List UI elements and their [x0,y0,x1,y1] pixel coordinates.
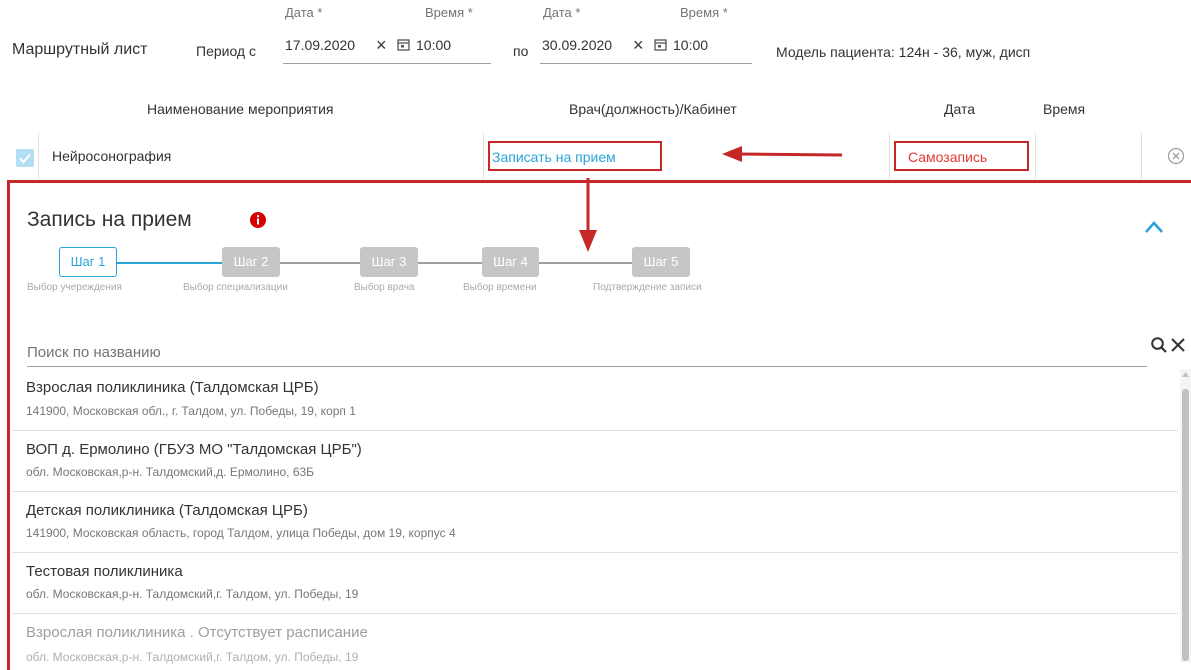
calendar-icon[interactable] [654,38,667,51]
scroll-up-arrow[interactable] [1182,372,1189,377]
patient-model: Модель пациента: 124н - 36, муж, дисп [776,44,1031,60]
col-header-name: Наименование мероприятия [147,101,334,117]
scroll-thumb[interactable] [1182,389,1189,661]
book-appointment-link[interactable]: Записать на прием [488,141,662,171]
period-from-label: Период с [196,43,256,59]
step-4[interactable]: Шаг 4 [482,247,539,277]
clear-search-icon[interactable] [1170,337,1186,353]
col-header-date: Дата [944,101,976,117]
facility-address: обл. Московская,р-н. Талдомский,г. Талдо… [26,587,359,601]
step-5[interactable]: Шаг 5 [632,247,690,277]
to-date-field[interactable]: 30.09.2020 × 10:00 [540,24,752,64]
step-3[interactable]: Шаг 3 [360,247,418,277]
step-4-caption: Выбор времени [463,282,537,293]
to-time-value: 10:00 [673,37,709,53]
list-item[interactable]: ВОП д. Ермолино (ГБУЗ МО "Талдомская ЦРБ… [12,431,1178,492]
table-row: Нейросонография Записать на прием Самоза… [0,133,1191,179]
to-date-label: Дата * [543,5,581,20]
chevron-up-icon[interactable] [1144,220,1164,234]
list-item[interactable]: Тестовая поликлиника обл. Московская,р-н… [12,553,1178,614]
route-sheet-title: Маршрутный лист [12,41,148,58]
from-date-value: 17.09.2020 [285,37,356,53]
search-input[interactable] [27,338,1147,367]
facility-name: Детская поликлиника (Талдомская ЦРБ) [26,502,308,519]
scrollbar[interactable] [1180,369,1191,663]
self-booking-label: Самозапись [908,149,988,165]
list-item[interactable]: Взрослая поликлиника (Талдомская ЦРБ) 14… [12,369,1178,431]
list-item: Взрослая поликлиника . Отсутствует распи… [12,614,1178,664]
facility-name: Взрослая поликлиника . Отсутствует распи… [26,624,368,641]
from-date-label: Дата * [285,5,323,20]
book-appointment-label: Записать на прием [492,149,616,165]
facility-address: 141900, Московская область, город Талдом… [26,526,456,540]
from-time-label: Время * [425,5,473,20]
arrow-icon [722,146,843,162]
info-icon[interactable] [250,212,266,228]
step-3-caption: Выбор врача [354,282,415,293]
period-to-label: по [513,43,529,59]
col-header-doctor: Врач(должность)/Кабинет [569,101,737,117]
facility-address: 141900, Московская обл., г. Талдом, ул. … [26,404,356,418]
step-1-caption: Выбор учереждения [27,282,122,293]
search-icon[interactable] [1150,336,1168,354]
close-icon[interactable]: × [633,35,644,56]
list-item[interactable]: Детская поликлиника (Талдомская ЦРБ) 141… [12,492,1178,553]
facility-name: ВОП д. Ермолино (ГБУЗ МО "Талдомская ЦРБ… [26,441,362,458]
step-5-caption: Подтверждение записи [593,282,702,293]
step-2[interactable]: Шаг 2 [222,247,280,277]
step-2-caption: Выбор специализации [183,282,288,293]
arrow-icon [579,178,597,252]
row-checkbox[interactable] [16,149,34,167]
appointment-title: Запись на прием [27,208,192,231]
close-icon[interactable]: × [376,35,387,56]
remove-circle-icon[interactable] [1167,147,1185,165]
to-time-label: Время * [680,5,728,20]
from-time-value: 10:00 [416,37,452,53]
self-booking-link[interactable]: Самозапись [894,141,1029,171]
facility-address: обл. Московская,р-н. Талдомский,д. Ермол… [26,465,315,479]
facility-name: Взрослая поликлиника (Талдомская ЦРБ) [26,379,319,396]
facility-address: обл. Московская,р-н. Талдомский,г. Талдо… [26,650,359,664]
step-1[interactable]: Шаг 1 [59,247,117,277]
event-name: Нейросонография [52,148,172,164]
facility-name: Тестовая поликлиника [26,563,183,580]
calendar-icon[interactable] [397,38,410,51]
to-date-value: 30.09.2020 [542,37,613,53]
col-header-time: Время [1043,101,1086,117]
from-date-field[interactable]: 17.09.2020 × 10:00 [283,24,491,64]
